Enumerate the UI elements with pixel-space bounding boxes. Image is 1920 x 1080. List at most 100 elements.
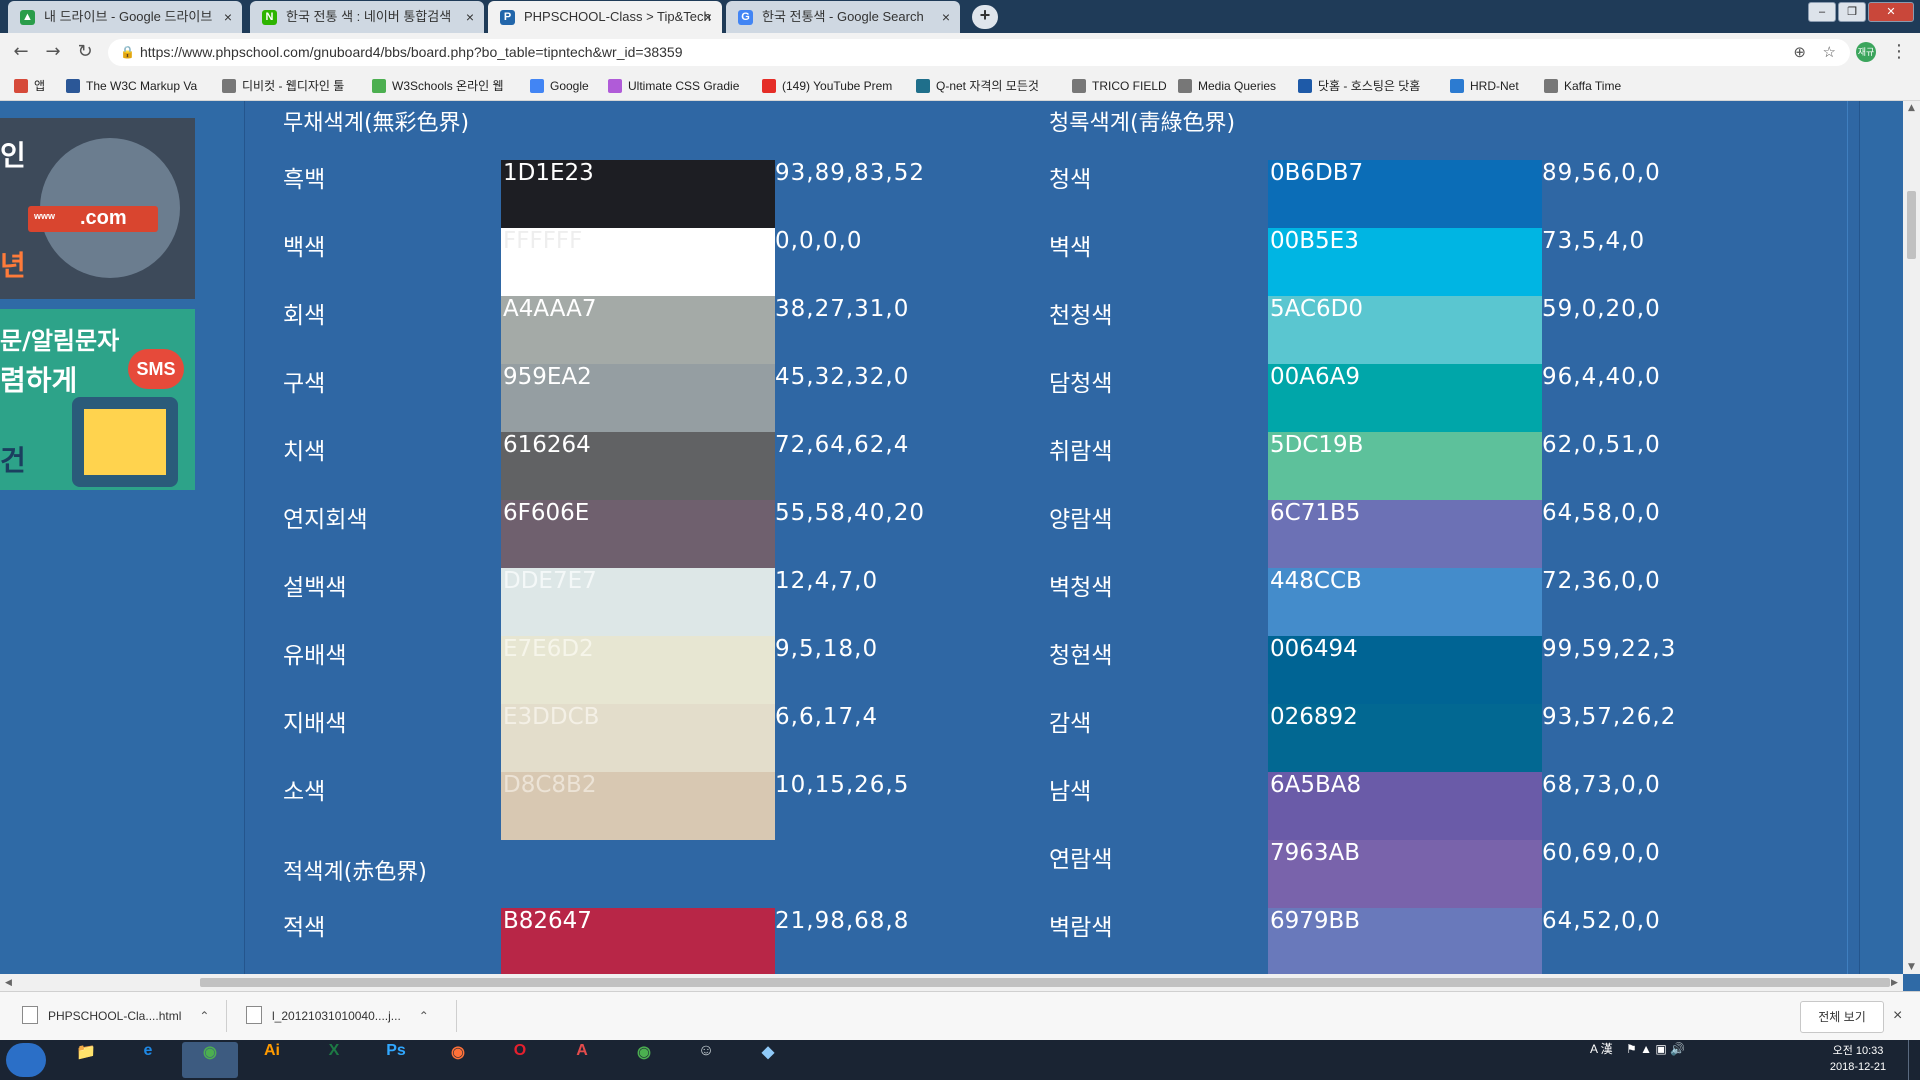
taskbar-chrome-2-icon[interactable]: ◉ (616, 1042, 672, 1078)
bookmark-label: HRD-Net (1470, 79, 1519, 93)
tab-favicon-icon: N (262, 10, 277, 25)
color-row: 천청색 5AC6D0 59,0,20,0 (245, 296, 1847, 364)
sms-banner-ad[interactable]: 문/알림문자 렴하게 건 SMS (0, 309, 195, 490)
bookmark-favicon-icon (372, 79, 386, 93)
bookmark-item[interactable]: Google (530, 71, 589, 101)
color-swatch-hex: 6A5BA8 (1268, 772, 1542, 840)
ad-text-fragment: 인 (0, 139, 26, 172)
browser-tab[interactable]: G 한국 전통색 - Google Search × (726, 1, 960, 33)
taskbar-explorer-icon[interactable]: 📁 (58, 1042, 114, 1078)
color-swatch-hex: 00B5E3 (1268, 228, 1542, 296)
section-heading-achromatic: 무채색계(無彩色界) (283, 111, 470, 136)
domain-banner-ad[interactable]: 인 년 www .com (0, 118, 195, 299)
bookmark-favicon-icon (530, 79, 544, 93)
tab-close-icon[interactable]: × (942, 1, 950, 33)
address-bar[interactable]: 🔒 https://www.phpschool.com/gnuboard4/bb… (108, 39, 1850, 66)
horizontal-scroll-thumb[interactable] (200, 978, 1890, 987)
url-text: https://www.phpschool.com/gnuboard4/bbs/… (140, 44, 683, 60)
bookmark-item[interactable]: W3Schools 온라인 웹 (372, 71, 504, 101)
bookmark-item[interactable]: The W3C Markup Va (66, 71, 197, 101)
download-item[interactable]: l_20121031010040....j... ⌃ (246, 992, 429, 1040)
zoom-icon[interactable]: ⊕ (1793, 39, 1806, 66)
page-viewport: 인 년 www .com 문/알림문자 렴하게 건 SMS 무채색계(無彩色界)… (0, 101, 1903, 974)
close-window-button[interactable]: ✕ (1868, 2, 1914, 22)
scroll-up-icon[interactable]: ▲ (1903, 101, 1920, 115)
system-tray[interactable]: A 漢 ⚑ ▲ ▣ 🔊 (1590, 1040, 1685, 1080)
bookmark-item[interactable]: Q-net 자격의 모든것 (916, 71, 1039, 101)
bookmark-item[interactable]: 닷홈 - 호스팅은 닷홈 (1298, 71, 1420, 101)
color-cmyk-values: 68,73,0,0 (1542, 772, 1661, 798)
system-clock[interactable]: 오전 10:33 2018-12-21 (1818, 1043, 1898, 1075)
color-row: 연람색 7963AB 60,69,0,0 (245, 840, 1847, 908)
taskbar-excel-icon[interactable]: X (306, 1042, 362, 1078)
color-name: 천청색 (1049, 303, 1113, 329)
tab-close-icon[interactable]: × (224, 1, 232, 33)
bookmark-star-icon[interactable]: ☆ (1823, 39, 1836, 66)
chevron-up-icon[interactable]: ⌃ (199, 1009, 209, 1023)
browser-tab[interactable]: N 한국 전통 색 : 네이버 통합검색 × (250, 1, 484, 33)
color-name: 취람색 (1049, 439, 1113, 465)
color-swatch-hex: 7963AB (1268, 840, 1542, 908)
tab-close-icon[interactable]: × (466, 1, 474, 33)
bookmark-label: W3Schools 온라인 웹 (392, 79, 504, 93)
bookmark-item[interactable]: Ultimate CSS Gradie (608, 71, 739, 101)
back-icon[interactable]: ← (10, 41, 32, 63)
browser-tab[interactable]: ▲ 내 드라이브 - Google 드라이브 × (8, 1, 242, 33)
lock-icon[interactable]: 🔒 (120, 39, 135, 66)
maximize-button[interactable]: ❐ (1838, 2, 1866, 22)
color-cmyk-values: 59,0,20,0 (1542, 296, 1661, 322)
taskbar-app-misc-2-icon[interactable]: ◆ (740, 1042, 796, 1078)
minimize-button[interactable]: – (1808, 2, 1836, 22)
bookmark-favicon-icon (66, 79, 80, 93)
forward-icon[interactable]: → (42, 41, 64, 63)
download-item[interactable]: PHPSCHOOL-Cla....html ⌃ (22, 992, 209, 1040)
show-desktop-button[interactable] (1908, 1040, 1920, 1080)
bookmark-item[interactable]: TRICO FIELD (1072, 71, 1167, 101)
taskbar-illustrator-icon[interactable]: Ai (244, 1042, 300, 1078)
color-swatch-hex: 448CCB (1268, 568, 1542, 636)
start-button[interactable] (6, 1043, 46, 1077)
color-swatch-hex: 5DC19B (1268, 432, 1542, 500)
close-downloads-icon[interactable]: × (1893, 992, 1902, 1040)
bookmark-label: Q-net 자격의 모든것 (936, 79, 1039, 93)
color-cmyk-values: 73,5,4,0 (1542, 228, 1646, 254)
taskbar-photoshop-icon[interactable]: Ps (368, 1042, 424, 1078)
bookmark-item[interactable]: (149) YouTube Prem (762, 71, 892, 101)
scroll-down-icon[interactable]: ▼ (1903, 960, 1920, 974)
taskbar-chrome-icon[interactable]: ◉ (182, 1042, 238, 1078)
bookmark-item[interactable]: HRD-Net (1450, 71, 1519, 101)
tab-close-icon[interactable]: × (704, 1, 712, 33)
scroll-left-icon[interactable]: ◀ (0, 976, 17, 990)
reload-icon[interactable]: ↻ (74, 41, 96, 63)
horizontal-scrollbar[interactable]: ◀ ▶ (0, 974, 1903, 991)
scroll-right-icon[interactable]: ▶ (1886, 976, 1903, 990)
taskbar-opera-icon[interactable]: O (492, 1042, 548, 1078)
menu-icon[interactable]: ⋮ (1890, 41, 1908, 62)
bookmark-item[interactable]: Media Queries (1178, 71, 1276, 101)
vertical-scroll-thumb[interactable] (1907, 191, 1916, 259)
color-name: 청현색 (1049, 643, 1113, 669)
tab-title: PHPSCHOOL-Class > Tip&Tech (524, 9, 711, 24)
vertical-scrollbar[interactable]: ▲ ▼ (1903, 101, 1920, 974)
ad-text-line: 문/알림문자 (0, 327, 120, 355)
domain-sign: www .com (28, 206, 158, 232)
show-all-downloads-button[interactable]: 전체 보기 (1800, 1001, 1884, 1033)
color-swatch-hex: 0B6DB7 (1268, 160, 1542, 228)
color-row: 청색 0B6DB7 89,56,0,0 (245, 160, 1847, 228)
profile-avatar[interactable]: 재규 (1856, 42, 1876, 62)
browser-tab[interactable]: P PHPSCHOOL-Class > Tip&Tech × (488, 1, 722, 33)
bookmark-favicon-icon (916, 79, 930, 93)
taskbar-app-misc-icon[interactable]: ☺ (678, 1042, 734, 1078)
taskbar-acrobat-icon[interactable]: A (554, 1042, 610, 1078)
bookmark-label: The W3C Markup Va (86, 79, 198, 93)
tray-icons[interactable]: ⚑ ▲ ▣ 🔊 (1626, 1042, 1685, 1056)
chevron-up-icon[interactable]: ⌃ (419, 1009, 429, 1023)
new-tab-button[interactable]: + (972, 5, 998, 29)
taskbar-internet-explorer-icon[interactable]: e (120, 1042, 176, 1078)
bookmark-item[interactable]: Kaffa Time (1544, 71, 1621, 101)
bookmark-item[interactable]: 앱 (14, 71, 45, 101)
bookmark-favicon-icon (1072, 79, 1086, 93)
ime-indicator[interactable]: A 漢 (1590, 1042, 1613, 1056)
bookmark-item[interactable]: 디비컷 - 웹디자인 툴 (222, 71, 344, 101)
taskbar-firefox-icon[interactable]: ◉ (430, 1042, 486, 1078)
